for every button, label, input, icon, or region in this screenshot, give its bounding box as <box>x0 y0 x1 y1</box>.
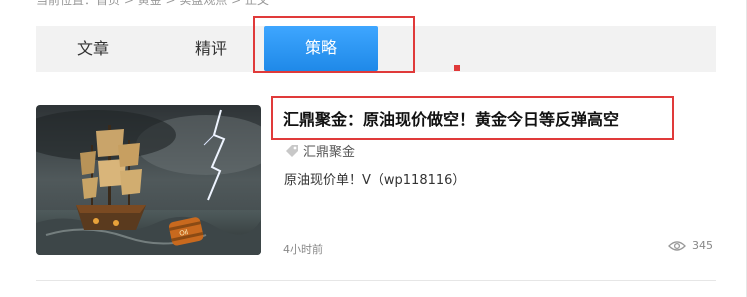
article-summary: 原油现价单！V（wp118116） <box>284 173 466 188</box>
breadcrumb: 当前位置：首页 > 黄金 > 实盘观点 > 正文 <box>36 0 270 7</box>
tag-icon <box>286 144 298 157</box>
source-label: 汇鼎聚金 <box>303 145 356 160</box>
tab-articles[interactable]: 文章 <box>58 26 128 72</box>
article-thumbnail[interactable]: Oil <box>36 105 261 255</box>
ship-storm-image: Oil <box>36 105 261 255</box>
annotation-dot <box>454 65 460 71</box>
tab-highlight-box <box>253 16 415 73</box>
view-count-label: 345 <box>692 239 713 252</box>
article-title[interactable]: 汇鼎聚金：原油现价做空！黄金今日等反弹高空 <box>283 106 619 130</box>
eye-icon <box>668 240 686 251</box>
divider <box>36 280 716 281</box>
article-source[interactable]: 汇鼎聚金 <box>285 141 355 160</box>
article-time: 4小时前 <box>283 243 323 256</box>
view-count: 345 <box>668 239 713 252</box>
tab-reviews[interactable]: 精评 <box>171 26 251 72</box>
